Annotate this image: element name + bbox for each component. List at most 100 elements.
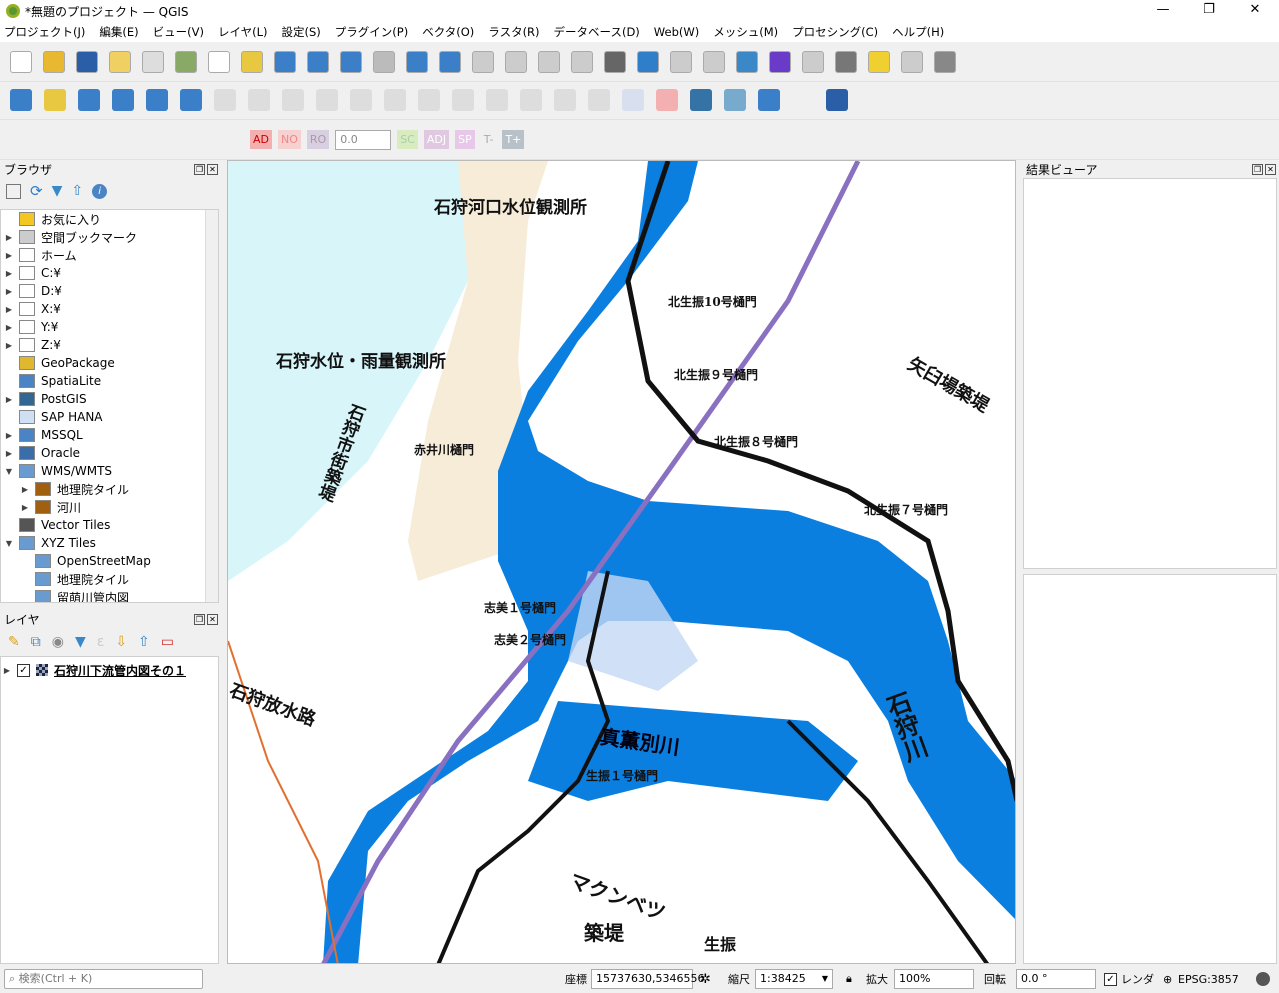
expand-arrow-icon[interactable]: ▶ bbox=[3, 431, 15, 440]
magnifier-spinbox[interactable]: 100% bbox=[894, 969, 974, 989]
browser-item[interactable]: ▶ D:¥ bbox=[1, 282, 218, 300]
label-sp-button[interactable]: SP bbox=[455, 130, 475, 149]
new-project-icon[interactable] bbox=[10, 50, 32, 73]
minimize-button[interactable]: — bbox=[1140, 0, 1186, 22]
open-table-icon[interactable] bbox=[802, 50, 824, 73]
zoom-native-icon[interactable] bbox=[439, 50, 461, 73]
redo-icon[interactable] bbox=[520, 88, 542, 111]
add-feature-icon[interactable] bbox=[282, 88, 304, 111]
label-angle-input[interactable]: 0.0 bbox=[335, 129, 392, 150]
refresh-icon[interactable]: ⟳ bbox=[30, 184, 43, 199]
browser-item[interactable]: 地理院タイル bbox=[1, 570, 218, 588]
filter-expression-icon[interactable]: ε bbox=[97, 634, 105, 650]
more-icon[interactable] bbox=[792, 88, 814, 111]
rotation-spinbox[interactable]: 0.0 ° bbox=[1016, 969, 1096, 989]
filter-icon[interactable]: ▼ bbox=[52, 184, 63, 199]
expand-arrow-icon[interactable]: ▶ bbox=[3, 251, 15, 260]
save-project-icon[interactable] bbox=[76, 50, 98, 73]
collapse-all-icon[interactable]: ⇧ bbox=[71, 184, 83, 199]
toggle-extents-icon[interactable]: ✲ bbox=[700, 972, 711, 987]
browser-scrollbar[interactable] bbox=[205, 210, 218, 602]
browser-item[interactable]: ▶ MSSQL bbox=[1, 426, 218, 444]
browser-item[interactable]: GeoPackage bbox=[1, 354, 218, 372]
pan-to-selection-icon[interactable] bbox=[241, 50, 263, 73]
zoom-full-icon[interactable] bbox=[340, 50, 362, 73]
toggle-edit-icon[interactable] bbox=[214, 88, 236, 111]
attribute-table-icon[interactable] bbox=[703, 50, 725, 73]
expand-arrow-icon[interactable]: ▶ bbox=[3, 305, 15, 314]
filter-legend-icon[interactable]: ▼ bbox=[75, 634, 86, 650]
menu-edit[interactable]: 編集(E) bbox=[99, 24, 138, 40]
browser-item[interactable]: ▶ PostGIS bbox=[1, 390, 218, 408]
remove-layer-icon[interactable]: ▭ bbox=[161, 634, 174, 650]
layers-tree[interactable]: ▶ ✓ 石狩川下流管内図その１ bbox=[0, 656, 219, 964]
statistics-icon[interactable] bbox=[769, 50, 791, 73]
menu-vector[interactable]: ベクタ(O) bbox=[422, 24, 474, 40]
label-adj-button[interactable]: ADJ bbox=[423, 130, 450, 149]
expand-arrow-icon[interactable]: ▶ bbox=[3, 341, 15, 350]
label-t-minus-button[interactable]: T- bbox=[481, 130, 497, 149]
expand-arrow-icon[interactable]: ▶ bbox=[3, 323, 15, 332]
close-panel-icon[interactable]: ✕ bbox=[207, 614, 218, 625]
locator-search-input[interactable]: ⌕ 検索(Ctrl + K) bbox=[4, 969, 203, 989]
python-icon[interactable] bbox=[690, 88, 712, 111]
zoom-last-icon[interactable] bbox=[472, 50, 494, 73]
new-shapefile-icon[interactable] bbox=[44, 88, 66, 111]
zoom-next-icon[interactable] bbox=[505, 50, 527, 73]
browser-item[interactable]: OpenStreetMap bbox=[1, 552, 218, 570]
plugin-gps-icon[interactable] bbox=[724, 88, 746, 111]
expand-arrow-icon[interactable]: ▶ bbox=[19, 485, 31, 494]
menu-help[interactable]: ヘルプ(H) bbox=[892, 24, 944, 40]
close-panel-icon[interactable]: ✕ bbox=[207, 164, 218, 175]
float-panel-icon[interactable]: ❐ bbox=[194, 164, 205, 175]
browser-item[interactable]: ▶ 河川 bbox=[1, 498, 218, 516]
digitize-icon[interactable] bbox=[112, 88, 134, 111]
render-checkbox[interactable]: ✓ bbox=[1104, 972, 1117, 986]
close-button[interactable]: ✕ bbox=[1232, 0, 1278, 22]
expand-arrow-icon[interactable]: ▼ bbox=[3, 539, 15, 548]
refresh-icon[interactable] bbox=[637, 50, 659, 73]
new-virtual-icon[interactable] bbox=[78, 88, 100, 111]
menu-settings[interactable]: 設定(S) bbox=[282, 24, 321, 40]
expand-arrow-icon[interactable]: ▼ bbox=[3, 467, 15, 476]
label-no-button[interactable]: NO bbox=[278, 130, 301, 149]
change-label-icon[interactable] bbox=[656, 88, 678, 111]
label-tool-icon[interactable] bbox=[554, 88, 576, 111]
new-print-layout-icon[interactable] bbox=[109, 50, 131, 73]
browser-item[interactable]: ▶ ホーム bbox=[1, 246, 218, 264]
help-icon[interactable] bbox=[826, 88, 848, 111]
show-labels-icon[interactable] bbox=[622, 88, 644, 111]
browser-item[interactable]: ▶ Y:¥ bbox=[1, 318, 218, 336]
style-manager-icon[interactable] bbox=[175, 50, 197, 73]
browser-item[interactable]: SpatiaLite bbox=[1, 372, 218, 390]
zoom-to-selection-icon[interactable] bbox=[373, 50, 395, 73]
float-panel-icon[interactable]: ❐ bbox=[1252, 164, 1263, 175]
new-bookmark-icon[interactable] bbox=[538, 50, 560, 73]
browser-item[interactable]: ▶ Z:¥ bbox=[1, 336, 218, 354]
browser-item[interactable]: ▶ X:¥ bbox=[1, 300, 218, 318]
browser-tree[interactable]: お気に入り ▶ 空間ブックマーク ▶ ホーム ▶ C:¥ ▶ D:¥ ▶ X:¥ ▶ Y:¥ ▶ Z:¥ Ge… bbox=[0, 209, 219, 603]
zoom-in-icon[interactable] bbox=[274, 50, 296, 73]
layout-manager-icon[interactable] bbox=[142, 50, 164, 73]
layer-item[interactable]: ▶ ✓ 石狩川下流管内図その１ bbox=[1, 661, 218, 679]
locator-icon[interactable] bbox=[901, 50, 923, 73]
float-panel-icon[interactable]: ❐ bbox=[194, 614, 205, 625]
zoom-to-layer-icon[interactable] bbox=[406, 50, 428, 73]
expand-arrow-icon[interactable]: ▶ bbox=[3, 449, 15, 458]
menu-mesh[interactable]: メッシュ(M) bbox=[713, 24, 778, 40]
menu-web[interactable]: Web(W) bbox=[654, 25, 699, 39]
zoom-out-icon[interactable] bbox=[307, 50, 329, 73]
browser-item[interactable]: ▼ XYZ Tiles bbox=[1, 534, 218, 552]
browser-item[interactable]: ▶ Oracle bbox=[1, 444, 218, 462]
map-tips-icon[interactable] bbox=[868, 50, 890, 73]
browser-item[interactable]: Vector Tiles bbox=[1, 516, 218, 534]
save-edits-icon[interactable] bbox=[248, 88, 270, 111]
add-group-icon[interactable]: ⧉ bbox=[31, 634, 41, 650]
undo-icon[interactable] bbox=[486, 88, 508, 111]
style-icon[interactable]: ✎ bbox=[8, 634, 20, 650]
label-t-plus-button[interactable]: T+ bbox=[502, 130, 525, 149]
messages-icon[interactable] bbox=[1256, 972, 1270, 986]
paste-icon[interactable] bbox=[452, 88, 474, 111]
browser-item[interactable]: SAP HANA bbox=[1, 408, 218, 426]
coordinate-field[interactable]: 15737630,5346556 bbox=[591, 969, 704, 989]
